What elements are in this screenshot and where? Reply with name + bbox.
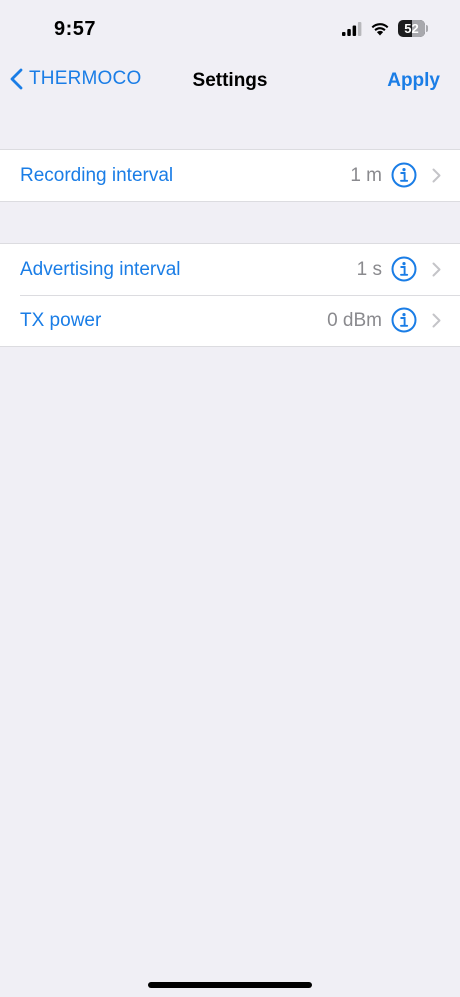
advertising-interval-label: Advertising interval (20, 258, 181, 280)
chevron-right-icon (432, 262, 441, 277)
cellular-signal-icon (342, 21, 362, 36)
chevron-right-icon (432, 168, 441, 183)
info-icon[interactable] (391, 307, 417, 333)
battery-level: 52 (404, 21, 419, 36)
recording-interval-row[interactable]: Recording interval 1 m (0, 150, 460, 201)
apply-button[interactable]: Apply (387, 70, 440, 92)
battery-icon: 52 (398, 20, 428, 37)
recording-interval-label: Recording interval (20, 164, 174, 186)
settings-section-radio: Advertising interval 1 s TX power 0 dBm (0, 243, 460, 347)
advertising-interval-row[interactable]: Advertising interval 1 s (0, 244, 460, 295)
status-time: 9:57 (54, 18, 97, 40)
status-bar: 9:57 52 (0, 0, 460, 60)
status-icons: 52 (342, 20, 428, 37)
wifi-icon (371, 23, 389, 36)
tx-power-label: TX power (20, 309, 102, 331)
navigation-bar: THERMOCO Settings Apply (0, 60, 460, 106)
chevron-right-icon (432, 313, 441, 328)
tx-power-value: 0 dBm (327, 309, 382, 331)
tx-power-row[interactable]: TX power 0 dBm (0, 295, 460, 346)
settings-section-recording: Recording interval 1 m (0, 149, 460, 202)
advertising-interval-value: 1 s (356, 258, 382, 280)
info-icon[interactable] (391, 256, 417, 282)
info-icon[interactable] (391, 162, 417, 188)
home-indicator[interactable] (148, 982, 312, 988)
recording-interval-value: 1 m (350, 164, 382, 186)
